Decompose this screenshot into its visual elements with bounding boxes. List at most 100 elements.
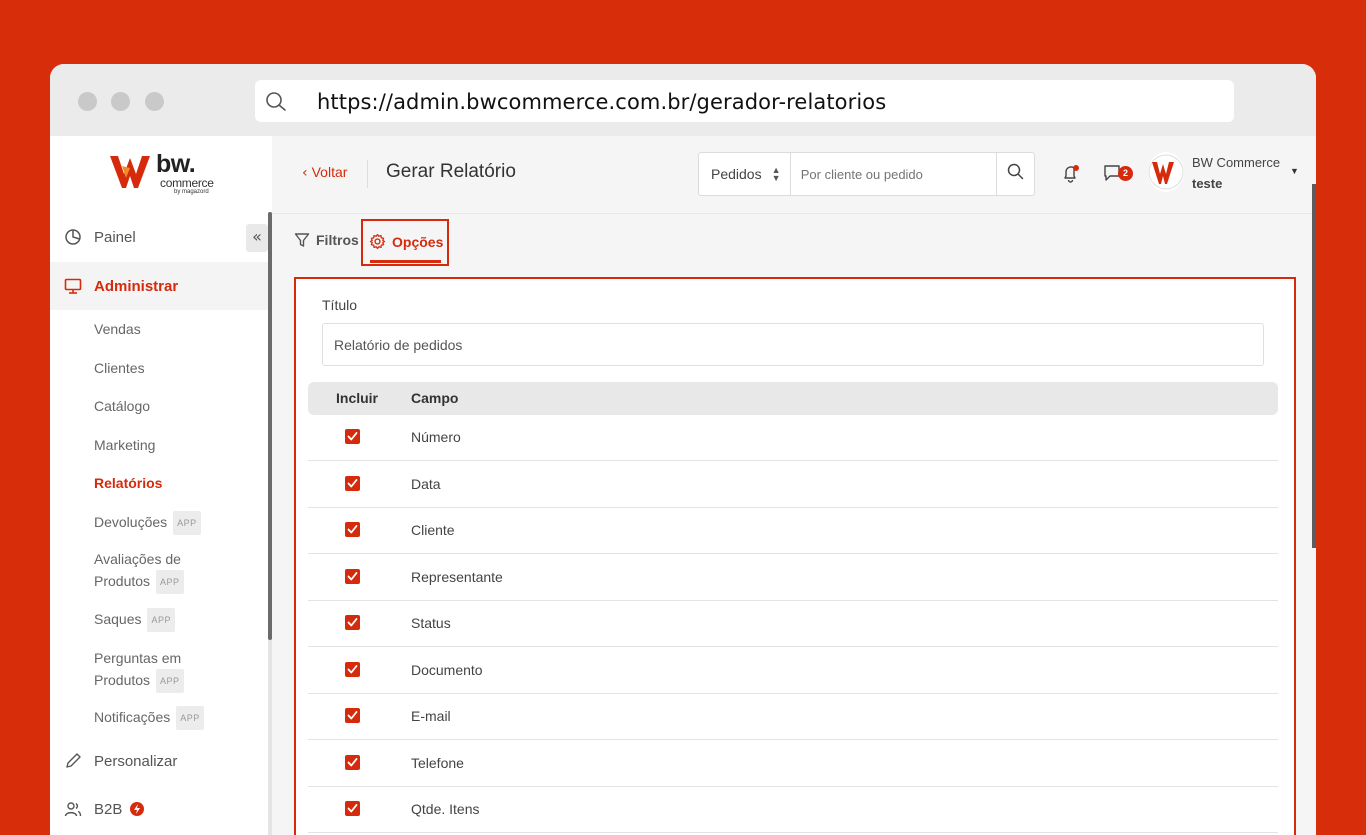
pie-chart-icon [64, 228, 82, 246]
options-panel: Título Incluir Campo Número Data Cliente Re… [294, 277, 1296, 835]
sidebar-item-label: Personalizar [94, 752, 178, 770]
page-scrollbar[interactable] [1312, 184, 1316, 548]
address-bar[interactable]: https://admin.bwcommerce.com.br/gerador-… [255, 80, 1234, 122]
table-row: Número [308, 415, 1278, 461]
page-title: Gerar Relatório [386, 161, 516, 182]
window-dot-minimize[interactable] [111, 92, 130, 111]
include-checkbox[interactable] [345, 615, 360, 630]
table-row: Telefone [308, 741, 1278, 787]
include-checkbox[interactable] [345, 568, 360, 584]
sidebar-subitem-marketing[interactable]: Marketing [94, 434, 155, 456]
sidebar-subitem-avaliacoes[interactable]: Avaliações de Produtos APP [94, 548, 184, 594]
sidebar-item-administrar[interactable]: Administrar [50, 262, 268, 310]
search-icon [1007, 163, 1024, 185]
table-row: Representante [308, 555, 1278, 601]
window-dot-close[interactable] [78, 92, 97, 111]
back-link[interactable]: ‹ Voltar [302, 164, 347, 181]
include-checkbox[interactable] [345, 754, 360, 770]
tab-opcoes[interactable]: Opções [361, 219, 449, 266]
column-header-field: Campo [411, 390, 459, 406]
title-field-label: Título [322, 297, 358, 313]
sidebar-item-painel[interactable]: Painel [50, 215, 268, 259]
sidebar-subitem-label: Perguntas em [94, 650, 182, 666]
header-divider [367, 160, 368, 188]
search-button[interactable] [996, 153, 1034, 195]
sidebar: bw. commerce by magazord « Painel Admini… [50, 136, 272, 835]
search-input[interactable] [790, 153, 997, 195]
gear-icon [369, 233, 386, 250]
lightning-badge-icon [130, 802, 145, 816]
sidebar-subitem-label: Produtos [94, 573, 151, 589]
chevron-left-icon: ‹ [302, 165, 308, 181]
sidebar-item-label: Painel [94, 228, 136, 246]
table-row: Documento [308, 648, 1278, 694]
browser-chrome: https://admin.bwcommerce.com.br/gerador-… [50, 64, 1316, 136]
sidebar-subitem-label: Saques [94, 611, 142, 627]
checkmark-icon [347, 711, 358, 720]
sidebar-subitem-label: Devoluções [94, 514, 168, 530]
caret-down-icon[interactable]: ▼ [1290, 166, 1299, 176]
include-checkbox[interactable] [345, 661, 360, 677]
title-input[interactable] [322, 323, 1264, 366]
search-type-select[interactable]: Pedidos ▲ ▼ [699, 153, 791, 195]
table-row: Data [308, 462, 1278, 508]
sidebar-subitem-clientes[interactable]: Clientes [94, 357, 145, 379]
include-checkbox[interactable] [345, 475, 360, 491]
field-name: Telefone [411, 754, 464, 771]
brand-logo[interactable]: bw. commerce by magazord [108, 150, 228, 198]
field-name: Data [411, 475, 441, 492]
user-store[interactable]: teste [1192, 176, 1222, 191]
checkmark-icon [347, 432, 358, 441]
table-row: Qtde. Itens [308, 787, 1278, 833]
users-icon [64, 800, 82, 818]
sidebar-item-b2b[interactable]: B2B [50, 787, 268, 831]
sidebar-item-personalizar[interactable]: Personalizar [50, 739, 268, 783]
search-type-value: Pedidos [711, 166, 762, 182]
user-name[interactable]: BW Commerce [1192, 155, 1280, 170]
monitor-icon [64, 277, 82, 295]
sidebar-subitem-catalogo[interactable]: Catálogo [94, 395, 150, 417]
column-header-include: Incluir [336, 390, 379, 406]
sidebar-subitem-notificacoes[interactable]: Notificações APP [94, 706, 204, 730]
sidebar-subitem-perguntas[interactable]: Perguntas em Produtos APP [94, 647, 184, 693]
checkmark-icon [347, 478, 358, 487]
search-icon [265, 91, 287, 118]
filter-icon [294, 232, 310, 248]
sidebar-subitem-saques[interactable]: Saques APP [94, 608, 175, 632]
include-checkbox[interactable] [345, 429, 360, 444]
include-checkbox[interactable] [345, 522, 360, 537]
include-checkbox[interactable] [345, 801, 360, 816]
logo-by: by magazord [174, 189, 209, 195]
app-badge: APP [156, 570, 184, 594]
avatar[interactable] [1148, 152, 1184, 192]
window-dot-maximize[interactable] [145, 92, 164, 111]
sidebar-scrollbar[interactable] [268, 212, 272, 640]
checkmark-icon [347, 571, 358, 580]
tab-label: Filtros [316, 232, 359, 248]
checkmark-icon [347, 525, 358, 534]
checkmark-icon [347, 664, 358, 673]
sidebar-subitem-vendas[interactable]: Vendas [94, 318, 141, 340]
pencil-icon [64, 752, 82, 770]
app-badge: APP [176, 706, 204, 730]
app-area: bw. commerce by magazord « Painel Admini… [50, 136, 1316, 835]
field-name: Status [411, 615, 451, 631]
tab-filtros[interactable]: Filtros [294, 232, 359, 248]
table-row: E-mail [308, 694, 1278, 740]
app-badge: APP [173, 511, 201, 535]
sidebar-subitem-relatorios[interactable]: Relatórios [94, 472, 162, 494]
active-tab-indicator [370, 260, 441, 263]
sidebar-subitem-devolucoes[interactable]: Devoluções APP [94, 511, 201, 535]
sidebar-subitem-label: Avaliações de [94, 551, 181, 567]
browser-window: https://admin.bwcommerce.com.br/gerador-… [50, 64, 1316, 835]
field-name: Número [411, 429, 461, 445]
notifications-bell-icon[interactable] [1061, 164, 1081, 189]
table-row: Cliente [308, 508, 1278, 554]
url-text: https://admin.bwcommerce.com.br/gerador-… [317, 90, 887, 114]
sidebar-item-label: B2B [94, 800, 123, 818]
top-header: ‹ Voltar Gerar Relatório Pedidos ▲ ▼ Por… [272, 136, 1316, 214]
include-checkbox[interactable] [345, 708, 360, 723]
checkmark-icon [347, 618, 358, 627]
logo-subtext: commerce [160, 176, 214, 190]
tab-label: Opções [392, 233, 444, 250]
